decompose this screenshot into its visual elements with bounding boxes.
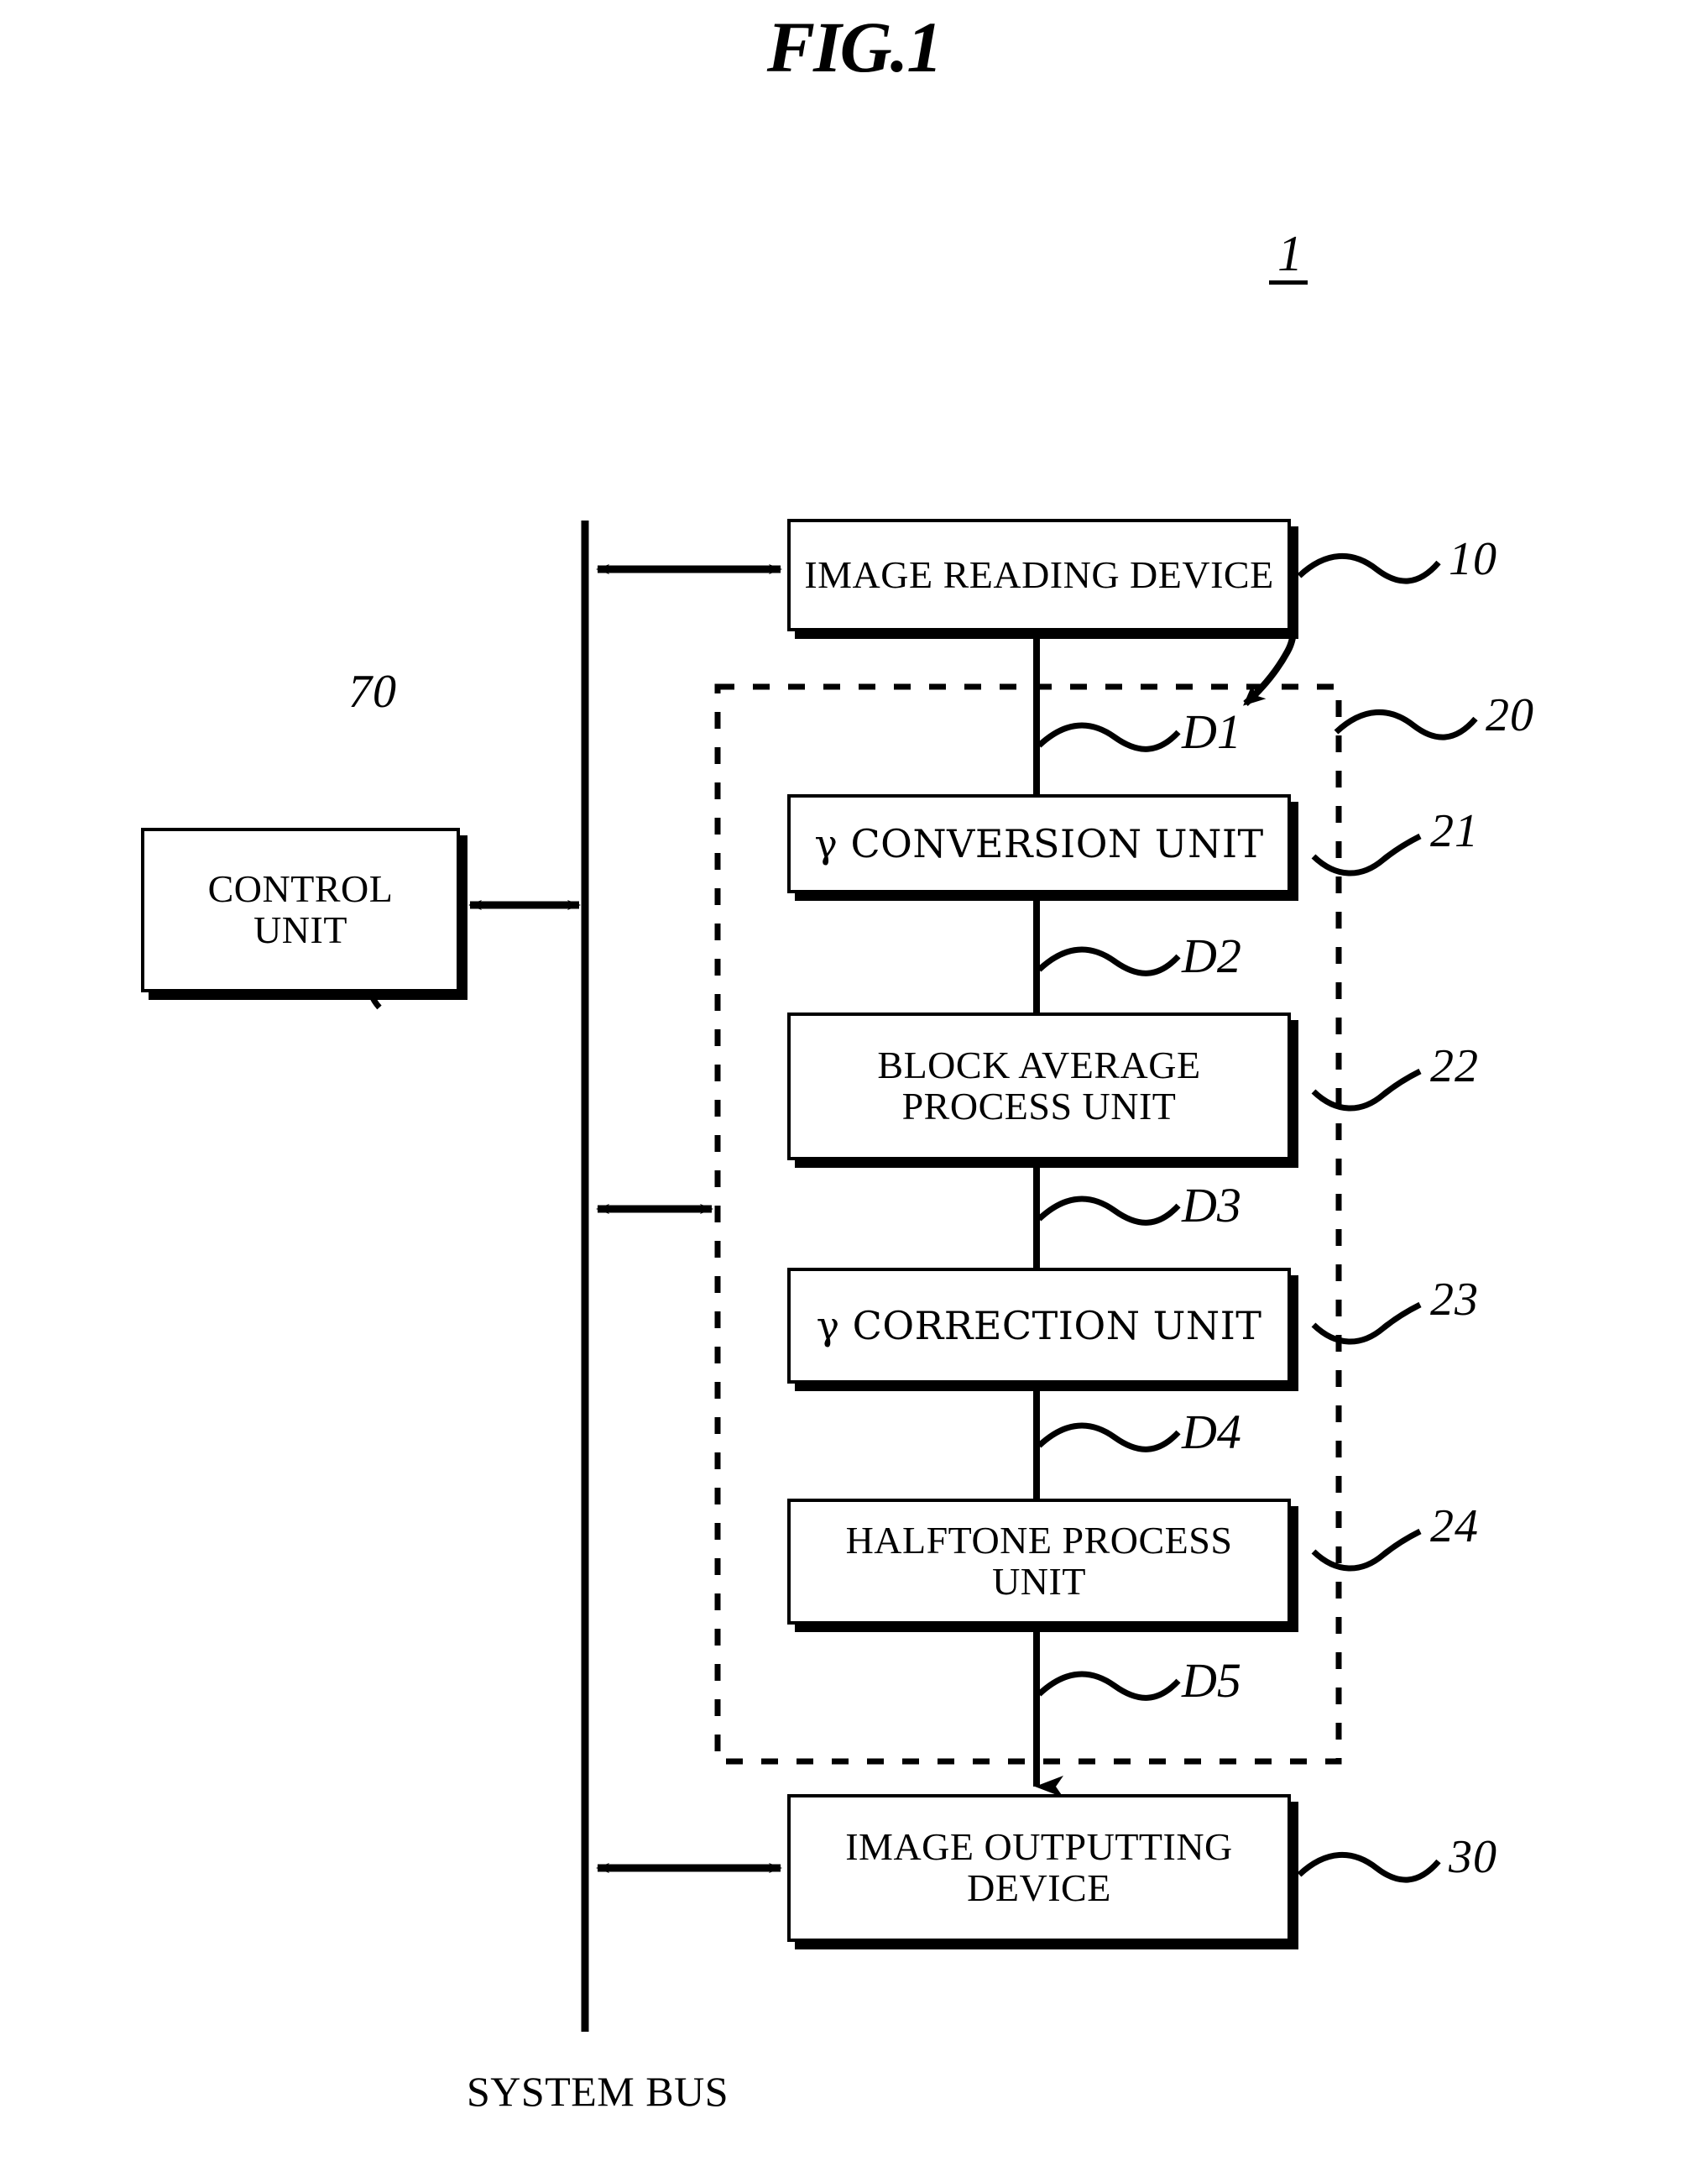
block-label: IMAGE READING DEVICE: [804, 552, 1274, 596]
block-label-line2: PROCESS UNIT: [901, 1085, 1177, 1128]
signal-label-d5: D5: [1182, 1653, 1241, 1708]
reference-numeral-24: 24: [1430, 1500, 1479, 1552]
block-image-reading-device[interactable]: IMAGE READING DEVICE: [787, 519, 1291, 631]
system-reference-numeral: 1: [1269, 228, 1308, 285]
block-label: γ CONVERSION UNIT: [814, 820, 1264, 866]
reference-leader-lines: [352, 552, 1478, 1883]
block-halftone-process-unit[interactable]: HALFTONE PROCESS UNIT: [787, 1499, 1291, 1625]
block-label: γ CORRECTION UNIT: [816, 1302, 1262, 1348]
block-label-line2: UNIT: [253, 908, 347, 951]
signal-label-d1: D1: [1182, 704, 1241, 759]
block-block-average-process-unit[interactable]: BLOCK AVERAGE PROCESS UNIT: [787, 1013, 1291, 1160]
block-label-line2: DEVICE: [967, 1866, 1111, 1909]
reference-numeral-22: 22: [1430, 1040, 1479, 1092]
figure-title: FIG.1: [766, 7, 943, 87]
block-gamma-conversion-unit[interactable]: γ CONVERSION UNIT: [787, 794, 1291, 893]
reference-numeral-23: 23: [1430, 1274, 1479, 1326]
block-label-line1: CONTROL: [207, 867, 394, 911]
block-gamma-correction-unit[interactable]: γ CORRECTION UNIT: [787, 1268, 1291, 1384]
signal-label-d4: D4: [1182, 1405, 1241, 1459]
reference-numeral-21: 21: [1430, 805, 1479, 857]
block-control-unit[interactable]: CONTROL UNIT: [141, 828, 460, 992]
signal-label-d2: D2: [1182, 929, 1241, 983]
block-label-line1: BLOCK AVERAGE: [877, 1044, 1201, 1087]
reference-numeral-30: 30: [1449, 1831, 1497, 1883]
block-image-outputting-device[interactable]: IMAGE OUTPUTTING DEVICE: [787, 1794, 1291, 1942]
system-bus-label: SYSTEM BUS: [467, 2068, 729, 2115]
reference-numeral-70: 70: [348, 666, 397, 718]
reference-numeral-20: 20: [1486, 689, 1534, 741]
reference-numeral-10: 10: [1449, 533, 1497, 585]
block-label-line1: HALFTONE PROCESS: [845, 1519, 1233, 1562]
block-label-line2: UNIT: [992, 1560, 1086, 1603]
block-label-line1: IMAGE OUTPUTTING: [845, 1825, 1233, 1869]
signal-label-d3: D3: [1182, 1178, 1241, 1232]
patent-figure-page: FIG.1 IMAGE READING DEVICE γ CONVERSION …: [0, 0, 1708, 2182]
